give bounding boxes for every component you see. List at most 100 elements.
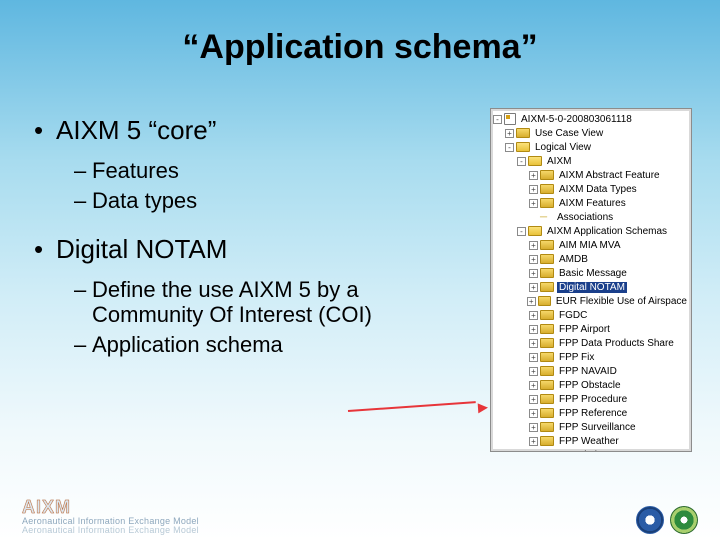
tree-node[interactable]: + AIXM Data Types (493, 182, 689, 196)
tree-node[interactable]: + FPP NAVAID (493, 364, 689, 378)
plus-icon[interactable]: + (529, 367, 538, 376)
tree-node-label[interactable]: Use Case View (533, 128, 605, 139)
sub-bullet: – Features (74, 158, 464, 184)
annotation-arrow (348, 406, 488, 416)
plus-icon[interactable]: + (529, 311, 538, 320)
folder-icon (540, 198, 554, 208)
tree-node-label[interactable]: FPP Reference (557, 408, 629, 419)
folder-icon (540, 268, 554, 278)
tree-node-label[interactable]: FPP Data Products Share (557, 338, 676, 349)
tree-node-label[interactable]: FPP NAVAID (557, 366, 619, 377)
sub-bullet: – Define the use AIXM 5 by a Community O… (74, 277, 464, 328)
plus-icon[interactable]: + (529, 409, 538, 418)
bullet-dot-icon: • (34, 234, 56, 265)
tree-node-label[interactable]: FPP Obstacle (557, 380, 623, 391)
folder-icon (540, 170, 554, 180)
tree-node[interactable]: + FGDC (493, 308, 689, 322)
folder-icon (540, 184, 554, 194)
sub-bullet-text: Features (92, 158, 464, 184)
tree-node[interactable]: + AIM MIA MVA (493, 238, 689, 252)
logo-brand-text: AIXM (22, 497, 199, 518)
tree-node-label[interactable]: EUR Flexible Use of Airspace (554, 296, 689, 307)
plus-icon[interactable]: + (529, 353, 538, 362)
plus-icon[interactable]: + (529, 255, 538, 264)
tree-node-label[interactable]: Associations (555, 212, 615, 223)
tree-node[interactable]: + FPP Weather (493, 434, 689, 448)
tree-node-label[interactable]: Logical View (533, 142, 593, 153)
logo-subtitle-shadow: Aeronautical Information Exchange Model (22, 525, 199, 535)
plus-icon[interactable]: + (505, 129, 514, 138)
tree-node-label[interactable]: Basic Message (557, 268, 629, 279)
minus-icon[interactable]: - (505, 143, 514, 152)
plus-icon[interactable]: + (529, 381, 538, 390)
plus-icon[interactable]: + (529, 437, 538, 446)
plus-icon[interactable]: + (529, 423, 538, 432)
tree-node-label[interactable]: FGDC (557, 310, 589, 321)
aixm-logo: AIXM Aeronautical Information Exchange M… (22, 497, 199, 535)
tree-node[interactable]: + AIXM Features (493, 196, 689, 210)
association-icon (540, 212, 552, 222)
plus-icon[interactable]: + (529, 395, 538, 404)
tree-node[interactable]: + FPP Obstacle (493, 378, 689, 392)
tree-node-label[interactable]: Digital NOTAM (557, 282, 627, 293)
tree-node[interactable]: + EUR Flexible Use of Airspace (493, 294, 689, 308)
minus-icon[interactable]: - (493, 115, 502, 124)
tree-node-label[interactable]: FPP Airport (557, 324, 612, 335)
tree-node-label[interactable]: FPP Surveillance (557, 422, 638, 433)
tree-node-label[interactable]: AIXM-5-0-200803061118 (519, 114, 634, 125)
tree-node[interactable]: + FPP Data Products Share (493, 336, 689, 350)
folder-icon (538, 296, 551, 306)
tree-node[interactable]: - AIXM (493, 154, 689, 168)
folder-icon (540, 254, 554, 264)
minus-icon[interactable]: - (517, 227, 526, 236)
tree-node[interactable]: + FPP Fix (493, 350, 689, 364)
tree-node-label[interactable]: AIXM (545, 156, 573, 167)
plus-icon[interactable]: + (527, 297, 536, 306)
tree-node[interactable]: + Basic Message (493, 266, 689, 280)
minus-icon[interactable]: - (517, 157, 526, 166)
folder-icon (540, 310, 554, 320)
tree-node-label[interactable]: AMDB (557, 254, 590, 265)
plus-icon[interactable]: + (529, 325, 538, 334)
folder-icon (540, 240, 554, 250)
tree-node[interactable]: Associations (493, 448, 689, 452)
tree-node-label[interactable]: AIXM Data Types (557, 184, 639, 195)
tree-view-panel[interactable]: -AIXM-5-0-200803061118+Use Case View-Log… (490, 108, 692, 452)
plus-icon[interactable]: + (529, 171, 538, 180)
plus-icon[interactable]: + (529, 339, 538, 348)
folder-icon (540, 282, 554, 292)
tree-node[interactable]: - AIXM-5-0-200803061118 (493, 112, 689, 126)
tree-node[interactable]: - AIXM Application Schemas (493, 224, 689, 238)
footer-seals (636, 506, 698, 534)
bullet-1-text: AIXM 5 “core” (56, 115, 216, 146)
tree-node-label[interactable]: AIXM Abstract Feature (557, 170, 662, 181)
tree-node[interactable]: Associations (493, 210, 689, 224)
tree-node-label[interactable]: AIM MIA MVA (557, 240, 623, 251)
plus-icon[interactable]: + (529, 199, 538, 208)
plus-icon[interactable]: + (529, 241, 538, 250)
tree-node[interactable]: + FPP Surveillance (493, 420, 689, 434)
tree-node[interactable]: + FPP Airport (493, 322, 689, 336)
tree-node-label[interactable]: Associations (555, 450, 615, 453)
tree-node[interactable]: - Logical View (493, 140, 689, 154)
plus-icon[interactable]: + (529, 269, 538, 278)
plus-icon[interactable]: + (529, 283, 538, 292)
dash-icon: – (74, 188, 92, 214)
tree-node[interactable]: + AMDB (493, 252, 689, 266)
plus-icon[interactable]: + (529, 185, 538, 194)
tree-node[interactable]: + FPP Procedure (493, 392, 689, 406)
tree-node-label[interactable]: AIXM Application Schemas (545, 226, 669, 237)
tree-node[interactable]: + FPP Reference (493, 406, 689, 420)
tree-node-label[interactable]: FPP Procedure (557, 394, 629, 405)
folder-icon (540, 324, 554, 334)
dash-icon: – (74, 277, 92, 328)
tree-node-label[interactable]: FPP Fix (557, 352, 596, 363)
tree-node[interactable]: + Digital NOTAM (493, 280, 689, 294)
tree-node[interactable]: + Use Case View (493, 126, 689, 140)
folder-icon (540, 366, 554, 376)
tree-node-label[interactable]: AIXM Features (557, 198, 628, 209)
tree-node-label[interactable]: FPP Weather (557, 436, 621, 447)
folder-icon (540, 408, 554, 418)
folder-icon (540, 436, 554, 446)
tree-node[interactable]: + AIXM Abstract Feature (493, 168, 689, 182)
